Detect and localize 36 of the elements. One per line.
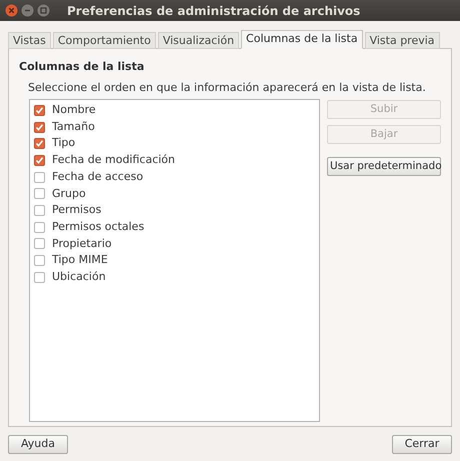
section-description: Seleccione el orden en que la información aparecerá en la vista de lista. [27, 80, 427, 96]
column-label: Permisos [52, 202, 102, 218]
checkbox[interactable] [34, 172, 45, 183]
column-label: Fecha de modificación [52, 152, 176, 168]
column-label: Ubicación [52, 268, 106, 285]
checkbox[interactable] [34, 222, 45, 233]
action-button[interactable]: Usar predeterminado [327, 157, 441, 176]
tab[interactable]: Vistas [8, 32, 51, 49]
section-heading: Columnas de la lista [19, 59, 146, 75]
checkbox[interactable] [34, 104, 45, 116]
column-label: Tipo MIME [52, 252, 108, 268]
tab[interactable]: Comportamiento [52, 32, 156, 49]
dialog-button[interactable]: Cerrar [392, 435, 452, 454]
checkbox[interactable] [34, 188, 45, 200]
checkbox[interactable] [34, 272, 45, 283]
close-icon[interactable] [5, 4, 18, 17]
checkbox[interactable] [34, 122, 45, 133]
tab[interactable]: Visualización [158, 32, 240, 49]
column-label: Permisos octales [52, 218, 144, 235]
column-label: Propietario [52, 236, 112, 252]
tab[interactable]: Vista previa [364, 32, 440, 49]
checkbox[interactable] [34, 238, 45, 250]
checkbox[interactable] [34, 204, 45, 216]
column-label: Nombre [52, 102, 96, 118]
checkbox[interactable] [34, 138, 45, 150]
column-label: Tipo [52, 135, 76, 152]
column-label: Tamaño [52, 118, 95, 135]
dialog-button[interactable]: Ayuda [8, 435, 68, 454]
column-label: Grupo [52, 186, 86, 202]
maximize-icon[interactable] [37, 4, 50, 17]
checkbox[interactable] [34, 154, 45, 166]
checkbox[interactable] [34, 255, 45, 266]
tab[interactable]: Columnas de la lista [241, 30, 363, 49]
window-title: Preferencias de administración de archivos [67, 2, 360, 20]
minimize-icon[interactable] [21, 4, 34, 17]
column-label: Fecha de acceso [52, 168, 144, 185]
